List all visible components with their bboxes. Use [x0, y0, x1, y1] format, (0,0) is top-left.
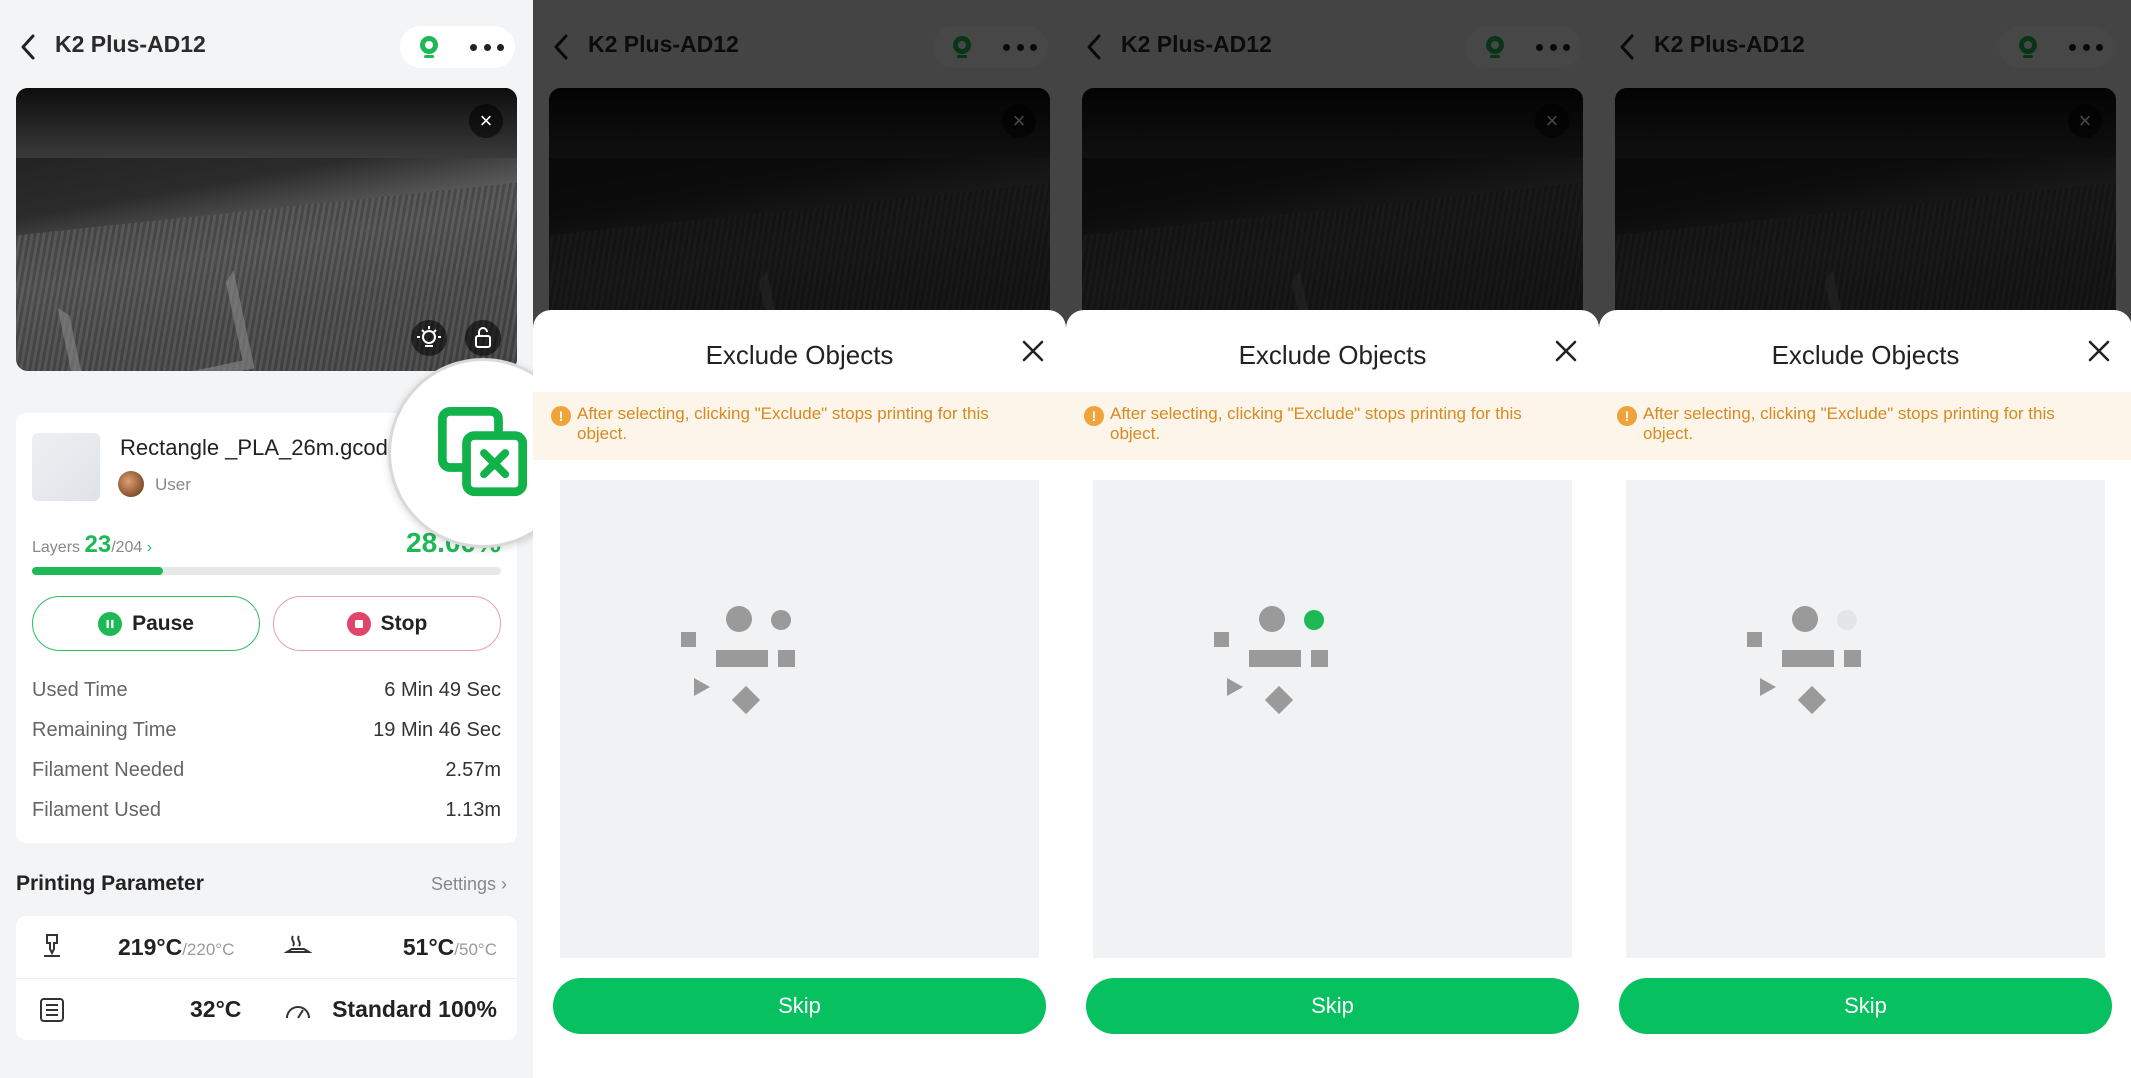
- exclude-objects-screen: K2 Plus-AD12 × Exclude Objects ! After s…: [1599, 0, 2131, 1078]
- close-icon[interactable]: [1551, 336, 1581, 366]
- speed-gauge-icon: [286, 1006, 310, 1019]
- file-name: Rectangle _PLA_26m.gcode: [120, 435, 401, 460]
- object-small-circle[interactable]: [771, 610, 791, 630]
- settings-link[interactable]: Settings ›: [431, 874, 507, 895]
- object-rectangle[interactable]: [1249, 650, 1301, 667]
- skip-button[interactable]: Skip: [1086, 978, 1579, 1034]
- stat-row: Filament Used 1.13m: [32, 799, 501, 821]
- close-camera-icon[interactable]: ×: [469, 104, 503, 138]
- layers-total: /204: [111, 539, 143, 556]
- object-small-circle[interactable]: [1304, 610, 1324, 630]
- exclude-objects-icon[interactable]: [391, 361, 533, 545]
- warning-icon: !: [1617, 406, 1637, 426]
- close-icon[interactable]: [1018, 336, 1048, 366]
- bed-temp: 51°C/50°C: [402, 934, 497, 960]
- pause-icon: [98, 611, 123, 636]
- modal-title: Exclude Objects: [705, 340, 894, 370]
- printer-detail-screen: K2 Plus-AD12 × Rectangle _PLA_26m.gcode …: [0, 0, 533, 1078]
- nozzle-temp: 219°C/220°C: [118, 934, 235, 960]
- object-diamond[interactable]: [731, 685, 761, 715]
- layers-counter[interactable]: Layers 23/204 ›: [32, 531, 152, 559]
- chevron-right-icon: ›: [146, 539, 153, 556]
- stat-row: Filament Needed 2.57m: [32, 759, 501, 781]
- camera-feed: ×: [16, 88, 517, 371]
- stat-row: Remaining Time 19 Min 46 Sec: [32, 719, 501, 741]
- parameter-card: 219°C/220°C 51°C/50°C 32°C Standard 100%: [16, 916, 517, 1040]
- object-rectangle[interactable]: [716, 650, 768, 667]
- object-square[interactable]: [1844, 650, 1861, 667]
- light-icon[interactable]: [411, 320, 447, 356]
- layers-current: 23: [84, 531, 112, 558]
- user-name: User: [155, 475, 191, 494]
- object-triangle[interactable]: [1758, 676, 1778, 698]
- nozzle-icon: [44, 934, 60, 957]
- object-square[interactable]: [1311, 650, 1328, 667]
- chamber-icon: [40, 998, 64, 1022]
- object-diamond[interactable]: [1264, 685, 1294, 715]
- stop-button[interactable]: Stop: [273, 596, 501, 651]
- printing-parameter-header: Printing Parameter Settings ›: [16, 872, 517, 896]
- lock-icon[interactable]: [465, 320, 501, 356]
- avatar: [118, 471, 144, 497]
- warning-icon: !: [1084, 406, 1104, 426]
- modal-title: Exclude Objects: [1771, 340, 1960, 370]
- stat-row: Used Time 6 Min 49 Sec: [32, 679, 501, 701]
- modal-title: Exclude Objects: [1238, 340, 1427, 370]
- chamber-temp: 32°C: [190, 996, 242, 1022]
- exclude-objects-modal: Exclude Objects ! After selecting, click…: [1599, 310, 2131, 1078]
- printer-name: K2 Plus-AD12: [55, 31, 206, 57]
- object-diamond[interactable]: [1797, 685, 1827, 715]
- skip-button[interactable]: Skip: [553, 978, 1046, 1034]
- warning-text: After selecting, clicking "Exclude" stop…: [1643, 404, 2055, 443]
- more-options-icon[interactable]: [470, 34, 504, 60]
- object-small-circle[interactable]: [1837, 610, 1857, 630]
- stop-label: Stop: [380, 611, 428, 635]
- warning-icon: !: [551, 406, 571, 426]
- skip-button[interactable]: Skip: [1619, 978, 2112, 1034]
- object-triangle[interactable]: [692, 676, 712, 698]
- object-large-circle[interactable]: [1792, 606, 1818, 632]
- object-canvas: [560, 480, 1039, 958]
- object-rectangle[interactable]: [1782, 650, 1834, 667]
- exclude-objects-callout: [388, 358, 533, 548]
- pause-label: Pause: [132, 611, 194, 635]
- object-small-square[interactable]: [681, 632, 696, 647]
- exclude-objects-modal: Exclude Objects ! After selecting, click…: [1066, 310, 1599, 1078]
- warning-banner: ! After selecting, clicking "Exclude" st…: [533, 392, 1066, 460]
- object-small-square[interactable]: [1747, 632, 1762, 647]
- header: K2 Plus-AD12: [0, 0, 533, 92]
- bed-heat-icon: [284, 935, 312, 953]
- exclude-objects-screen: K2 Plus-AD12 × Exclude Objects ! After s…: [1066, 0, 1599, 1078]
- pause-button[interactable]: Pause: [32, 596, 260, 651]
- object-canvas: [1093, 480, 1572, 958]
- header-actions: [400, 26, 515, 68]
- object-square[interactable]: [778, 650, 795, 667]
- close-icon[interactable]: [2084, 336, 2114, 366]
- object-small-square[interactable]: [1214, 632, 1229, 647]
- stop-icon: [346, 611, 371, 636]
- object-canvas: [1626, 480, 2105, 958]
- back-chevron-icon[interactable]: [18, 33, 40, 61]
- progress-bar: [32, 567, 501, 575]
- speed-mode[interactable]: Standard 100%: [332, 996, 497, 1023]
- warning-banner: ! After selecting, clicking "Exclude" st…: [1066, 392, 1599, 460]
- object-large-circle[interactable]: [1259, 606, 1285, 632]
- exclude-objects-screen: K2 Plus-AD12 × Exclude Objects ! After s…: [533, 0, 1066, 1078]
- progress-bar-fill: [32, 567, 164, 575]
- warning-text: After selecting, clicking "Exclude" stop…: [577, 404, 989, 443]
- object-triangle[interactable]: [1225, 676, 1245, 698]
- exclude-objects-modal: Exclude Objects ! After selecting, click…: [533, 310, 1066, 1078]
- warning-text: After selecting, clicking "Exclude" stop…: [1110, 404, 1522, 443]
- warning-banner: ! After selecting, clicking "Exclude" st…: [1599, 392, 2131, 460]
- object-large-circle[interactable]: [726, 606, 752, 632]
- layers-label: Layers: [32, 539, 81, 556]
- model-thumbnail: [32, 433, 100, 501]
- camera-icon[interactable]: [416, 34, 442, 60]
